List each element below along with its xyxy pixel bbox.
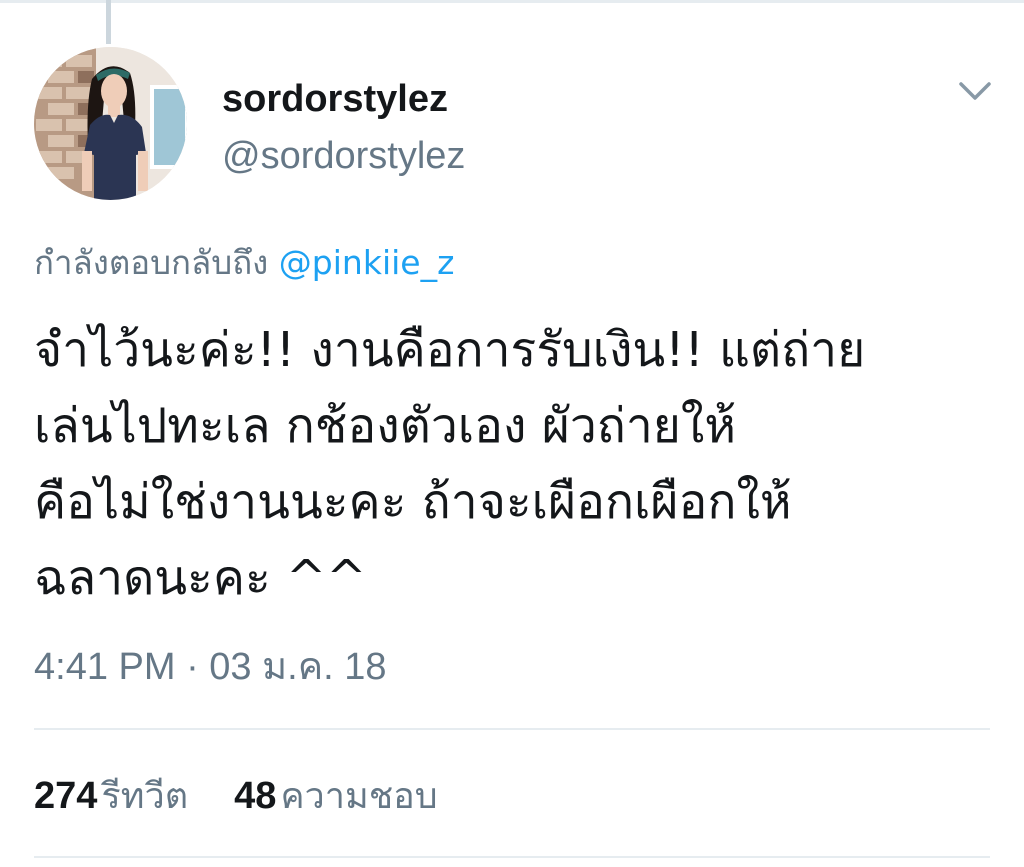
tweet-text-line: เล่นไปทะเล กช้องตัวเอง ผัวถ่ายให้: [34, 398, 736, 454]
avatar[interactable]: [34, 47, 187, 200]
tweet-timestamp[interactable]: 4:41 PM · 03 ม.ค. 18: [34, 642, 387, 692]
retweets-label: รีทวีต: [101, 776, 189, 817]
reply-prefix: กำลังตอบกลับถึง: [34, 243, 269, 282]
divider: [34, 856, 990, 858]
tweet-text-line: ฉลาดนะคะ ^^: [34, 550, 367, 606]
reply-mention-link[interactable]: @pinkiie_z: [279, 243, 455, 282]
reply-context: กำลังตอบกลับถึง @pinkiie_z: [34, 238, 454, 288]
chevron-down-icon[interactable]: [955, 74, 995, 108]
tweet-text-line: คือไม่ใช่งานนะคะ ถ้าจะเผือกเผือกให้: [34, 474, 792, 530]
tweet-text: จำไว้นะค่ะ!! งานคือการรับเงิน!! แต่ถ่าย …: [34, 312, 994, 616]
likes-count: 48: [234, 775, 277, 817]
avatar-photo: [34, 47, 187, 200]
thread-connector-line: [106, 0, 111, 44]
retweets-stat[interactable]: 274 รีทวีต: [34, 770, 188, 822]
author-username[interactable]: @sordorstylez: [222, 133, 465, 179]
tweet-text-line: จำไว้นะค่ะ!! งานคือการรับเงิน!! แต่ถ่าย: [34, 322, 866, 378]
tweet-stats: 274 รีทวีต 48 ความชอบ: [34, 770, 438, 822]
divider: [34, 728, 990, 730]
retweets-count: 274: [34, 775, 98, 817]
likes-label: ความชอบ: [280, 776, 438, 817]
top-border: [0, 0, 1024, 3]
likes-stat[interactable]: 48 ความชอบ: [234, 770, 437, 822]
author-display-name[interactable]: sordorstylez: [222, 76, 448, 122]
